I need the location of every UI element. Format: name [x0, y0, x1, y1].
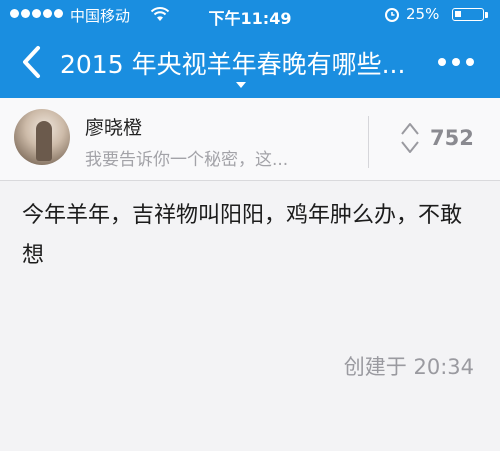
avatar[interactable] — [14, 109, 70, 165]
vote-arrows-icon[interactable] — [400, 120, 420, 156]
status-bar: 中国移动 下午11:49 25% — [0, 0, 500, 30]
back-button[interactable] — [18, 44, 46, 80]
vote-count: 752 — [430, 126, 474, 150]
author-row[interactable]: 廖晓橙 我要告诉你一个秘密，这... 752 — [0, 98, 500, 181]
chevron-left-icon — [23, 46, 40, 78]
author-name[interactable]: 廖晓橙 — [85, 113, 142, 140]
caret-down-icon[interactable] — [236, 82, 246, 88]
author-bio-preview: 我要告诉你一个秘密，这... — [85, 150, 289, 170]
battery-icon — [452, 8, 484, 21]
divider — [368, 116, 369, 168]
more-button[interactable] — [438, 58, 474, 66]
nav-bar: 2015 年央视羊年春晚有哪些... — [0, 30, 500, 98]
battery-tip — [485, 12, 488, 18]
created-time: 创建于 20:34 — [343, 355, 474, 379]
app-window: 中国移动 下午11:49 25% 2015 年央视羊年春晚有哪些... 廖晓橙 … — [0, 0, 500, 451]
header: 中国移动 下午11:49 25% 2015 年央视羊年春晚有哪些... — [0, 0, 500, 98]
battery-percent: 25% — [406, 5, 440, 23]
alarm-clock-icon — [385, 8, 399, 22]
page-title[interactable]: 2015 年央视羊年春晚有哪些... — [60, 45, 430, 81]
answer-text: 今年羊年，吉祥物叫阳阳，鸡年肿么办，不敢想 — [22, 203, 463, 268]
more-dots-icon — [438, 58, 446, 66]
battery-level — [455, 11, 461, 17]
